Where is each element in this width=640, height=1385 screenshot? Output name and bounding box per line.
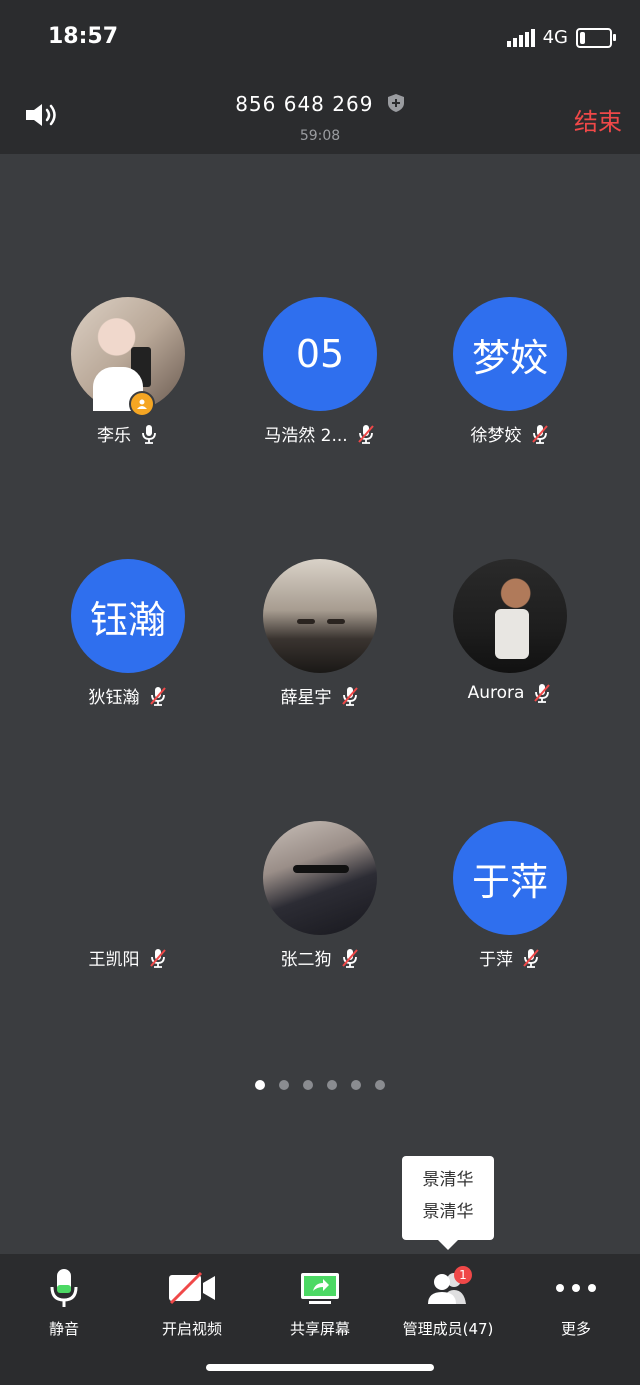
page-dot[interactable] <box>303 1080 313 1090</box>
participant-tile[interactable]: 05 马浩然 2... <box>240 297 400 446</box>
participant-tile[interactable]: Aurora <box>430 559 590 703</box>
more-button[interactable]: 更多 <box>512 1266 640 1339</box>
more-icon <box>512 1266 640 1310</box>
shield-icon <box>387 93 405 118</box>
mute-label: 静音 <box>48 1320 79 1338</box>
avatar: 05 <box>263 297 377 411</box>
speaker-tooltip: 景清华 景清华 <box>402 1156 494 1250</box>
page-dot[interactable] <box>327 1080 337 1090</box>
meeting-id-text: 856 648 269 <box>235 92 374 116</box>
start-video-button[interactable]: 开启视频 <box>128 1266 256 1339</box>
participant-name: 马浩然 2... <box>264 426 348 446</box>
status-time: 18:57 <box>48 24 119 49</box>
meeting-id[interactable]: 856 648 269 <box>0 92 640 118</box>
manage-members-label: 管理成员(47) <box>402 1320 494 1338</box>
avatar: 梦姣 <box>453 297 567 411</box>
share-screen-label: 共享屏幕 <box>289 1320 350 1338</box>
avatar <box>263 559 377 673</box>
members-icon: 1 <box>384 1266 512 1310</box>
microphone-icon <box>139 424 159 444</box>
end-meeting-button[interactable]: 结束 <box>574 102 622 137</box>
status-indicators: 4G <box>506 27 616 48</box>
signal-icon <box>506 28 535 47</box>
avatar <box>453 559 567 673</box>
participant-name: 李乐 <box>97 426 131 446</box>
participant-tile[interactable]: 薛星宇 <box>240 559 400 708</box>
video-off-icon <box>128 1266 256 1310</box>
page-dot[interactable] <box>375 1080 385 1090</box>
microphone-icon <box>0 1266 128 1310</box>
page-dot[interactable] <box>351 1080 361 1090</box>
participant-tile[interactable]: 王凯阳 <box>48 821 208 970</box>
participant-tile[interactable]: 张二狗 <box>240 821 400 970</box>
page-dot[interactable] <box>255 1080 265 1090</box>
more-label: 更多 <box>560 1320 591 1338</box>
microphone-muted-icon <box>356 424 376 444</box>
participant-name: 薛星宇 <box>280 688 332 708</box>
network-type: 4G <box>542 27 568 48</box>
participant-name: 狄钰瀚 <box>88 688 140 708</box>
avatar: 于萍 <box>453 821 567 935</box>
avatar-placeholder <box>71 821 185 935</box>
microphone-muted-icon <box>340 686 360 706</box>
avatar <box>263 821 377 935</box>
page-dot[interactable] <box>279 1080 289 1090</box>
participant-tile[interactable]: 于萍 于萍 <box>430 821 590 970</box>
share-screen-icon <box>256 1266 384 1310</box>
microphone-muted-icon <box>530 424 550 444</box>
share-screen-button[interactable]: 共享屏幕 <box>256 1266 384 1339</box>
page-indicator[interactable] <box>0 1080 640 1090</box>
participant-name: Aurora <box>467 683 525 703</box>
microphone-muted-icon <box>521 948 541 968</box>
microphone-muted-icon <box>148 686 168 706</box>
top-bar: 18:57 4G 856 648 269 59:08 结束 <box>0 0 640 154</box>
avatar: 钰瀚 <box>71 559 185 673</box>
home-indicator[interactable] <box>206 1364 434 1371</box>
participant-tile[interactable]: 钰瀚 狄钰瀚 <box>48 559 208 708</box>
meeting-elapsed-time: 59:08 <box>299 128 341 144</box>
participant-tile[interactable]: 李乐 <box>48 297 208 446</box>
mute-button[interactable]: 静音 <box>0 1266 128 1339</box>
participant-name: 王凯阳 <box>88 950 140 970</box>
tooltip-line: 景清华 <box>422 1202 474 1222</box>
participant-name: 于萍 <box>479 950 513 970</box>
tooltip-line: 景清华 <box>422 1170 474 1190</box>
microphone-muted-icon <box>532 683 552 703</box>
microphone-muted-icon <box>340 948 360 968</box>
participant-name: 张二狗 <box>280 950 332 970</box>
avatar <box>71 297 185 417</box>
manage-members-button[interactable]: 1 管理成员(47) <box>384 1266 512 1339</box>
host-badge-icon <box>129 391 155 417</box>
battery-icon <box>576 27 616 48</box>
start-video-label: 开启视频 <box>161 1320 222 1338</box>
microphone-muted-icon <box>148 948 168 968</box>
members-badge: 1 <box>454 1266 472 1284</box>
participant-tile[interactable]: 梦姣 徐梦姣 <box>430 297 590 446</box>
participant-name: 徐梦姣 <box>470 426 522 446</box>
